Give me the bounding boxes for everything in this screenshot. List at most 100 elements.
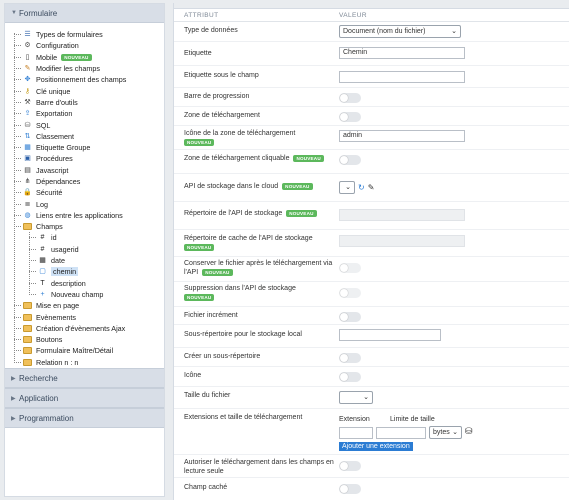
sidebar-item-label: Mise en page [36, 301, 80, 311]
file-size-select[interactable]: ⌄ [339, 391, 373, 404]
sidebar-header-formulaire[interactable]: ▼ Formulaire [5, 4, 164, 23]
sidebar-item[interactable]: # usagerid [5, 244, 164, 255]
tree-connector [29, 237, 36, 239]
sidebar-item-label: Formulaire Maître/Détail [36, 346, 114, 356]
data-type-select[interactable]: Document (nom du fichier) ⌄ [339, 25, 461, 38]
tree-connector [14, 79, 21, 81]
progress-bar-toggle[interactable] [339, 93, 361, 103]
upload-zone-toggle[interactable] [339, 112, 361, 122]
tree-connector [14, 135, 21, 137]
sidebar-item[interactable]: ≣ Log [5, 198, 164, 209]
row-label-text: Répertoire de cache de l'API de stockage [184, 235, 313, 242]
sidebar-section-recherche[interactable]: ▶ Recherche [5, 368, 164, 388]
pencil-icon[interactable]: ✎ [368, 183, 375, 192]
sidebar-section-label: Recherche [19, 373, 58, 383]
caret-down-icon: ▼ [11, 10, 17, 16]
sidebar-item[interactable]: # id [5, 232, 164, 243]
sidebar-section-programmation[interactable]: ▶ Programmation [5, 408, 164, 428]
sidebar-item[interactable]: ⚒ Barre d'outils [5, 97, 164, 108]
sidebar-item[interactable]: Création d'évènements Ajax [5, 323, 164, 334]
tree-connector [14, 316, 21, 318]
sidebar-item[interactable]: ⇅ Classement [5, 131, 164, 142]
move-icon: ✥ [24, 76, 31, 84]
sidebar-item[interactable]: ▢ chemin [5, 266, 164, 277]
readonly-upload-toggle[interactable] [339, 461, 361, 471]
javascript-icon: ▤ [24, 166, 31, 174]
sidebar-item-label: id [51, 233, 57, 243]
sidebar-item[interactable]: ⋔ Dépendances [5, 176, 164, 187]
sidebar-item[interactable]: Formulaire Maître/Détail [5, 345, 164, 356]
row-label: Fichier incrément [184, 312, 238, 319]
sidebar-item[interactable]: ▯ Mobile NOUVEAU [5, 52, 164, 63]
size-unit-select[interactable]: bytes ⌄ [429, 426, 462, 439]
sidebar-item-label: Liens entre les applications [36, 210, 123, 220]
sidebar-item[interactable]: Evènements [5, 311, 164, 322]
new-badge: NOUVEAU [293, 155, 324, 162]
sidebar-item[interactable]: ▤ Javascript [5, 165, 164, 176]
procedure-icon: ▣ [24, 155, 31, 163]
sidebar: ▼ Formulaire ☰ Types de formulaires ⚙ Confi… [4, 3, 165, 497]
sidebar-item-label: Sécurité [36, 188, 63, 198]
sidebar-item[interactable]: ☰ Types de formulaires [5, 29, 164, 40]
label-input[interactable]: Chemin [339, 47, 465, 59]
sidebar-item-label: Nouveau champ [51, 289, 104, 299]
hash-icon: # [40, 234, 45, 242]
sidebar-item[interactable]: ▦ Etiquette Groupe [5, 142, 164, 153]
clickable-zone-toggle[interactable] [339, 155, 361, 165]
sidebar-item[interactable]: ▦ date [5, 255, 164, 266]
sidebar-section-application[interactable]: ▶ Application [5, 388, 164, 408]
sidebar-item[interactable]: ✥ Positionnement des champs [5, 74, 164, 85]
api-delete-toggle[interactable] [339, 288, 361, 298]
cloud-api-select[interactable]: ⌄ [339, 181, 355, 194]
local-subdir-input[interactable] [339, 329, 441, 341]
sidebar-item[interactable]: Tdescription [5, 278, 164, 289]
row-label-text: Suppression dans l'API de stockage [184, 285, 296, 292]
row-label: Icône de la zone de téléchargement NOUVE… [184, 130, 334, 147]
sidebar-item-label: Javascript [36, 165, 69, 175]
tree-connector [14, 56, 21, 58]
sidebar-item[interactable]: ⇪ Exportation [5, 108, 164, 119]
tree-connector [14, 113, 21, 115]
extension-input[interactable] [339, 427, 373, 439]
sidebar-item[interactable]: ✎ Modifier les champs [5, 63, 164, 74]
tree-connector [14, 192, 21, 194]
file-increment-toggle[interactable] [339, 312, 361, 322]
sidebar-item[interactable]: ◍ Liens entre les applications [5, 210, 164, 221]
sidebar-item-label: date [51, 256, 65, 266]
folder-icon [23, 358, 32, 366]
sidebar-item[interactable]: ⚙ Configuration [5, 40, 164, 51]
size-limit-input[interactable] [376, 427, 426, 439]
row-label: Etiquette sous le champ [184, 72, 259, 79]
sidebar-item[interactable]: 🔒 Sécurité [5, 187, 164, 198]
refresh-icon[interactable]: ↻ [358, 183, 365, 192]
sidebar-item[interactable]: ⛁ SQL [5, 119, 164, 130]
folder-icon [23, 313, 32, 321]
sidebar-item-label: Log [36, 199, 48, 209]
sidebar-item[interactable]: ⚷ Clé unique [5, 85, 164, 96]
hidden-field-toggle[interactable] [339, 484, 361, 494]
table-icon: ▦ [24, 144, 31, 152]
sidebar-item[interactable]: Mise en page [5, 300, 164, 311]
calendar-icon: ▦ [39, 257, 46, 265]
row-label: Répertoire de l'API de stockage NOUVEAU [184, 210, 344, 219]
tree-connector [14, 305, 21, 307]
folder-icon [23, 223, 32, 231]
column-attribute: ATTRIBUT [184, 11, 219, 19]
sidebar-item[interactable]: Boutons [5, 334, 164, 345]
icon-toggle[interactable] [339, 372, 361, 382]
database-icon[interactable]: ⛁ [465, 426, 473, 437]
tree-connector [14, 203, 21, 205]
upload-zone-icon-input[interactable]: admin [339, 130, 465, 142]
api-directory-input [339, 209, 465, 221]
sublabel-input[interactable] [339, 71, 465, 83]
sidebar-item[interactable]: Champs [5, 221, 164, 232]
sidebar-item[interactable]: ▣ Procédures [5, 153, 164, 164]
sidebar-item[interactable]: + Nouveau champ [5, 289, 164, 300]
add-extension-button[interactable]: Ajouter une extension [339, 442, 413, 451]
sidebar-item-label: Types de formulaires [36, 30, 103, 40]
create-subdir-toggle[interactable] [339, 353, 361, 363]
list-icon: ☰ [24, 31, 31, 39]
keep-file-toggle[interactable] [339, 263, 361, 273]
edit-icon: ✎ [24, 65, 31, 73]
sidebar-item[interactable]: Relation n : n [5, 357, 164, 368]
